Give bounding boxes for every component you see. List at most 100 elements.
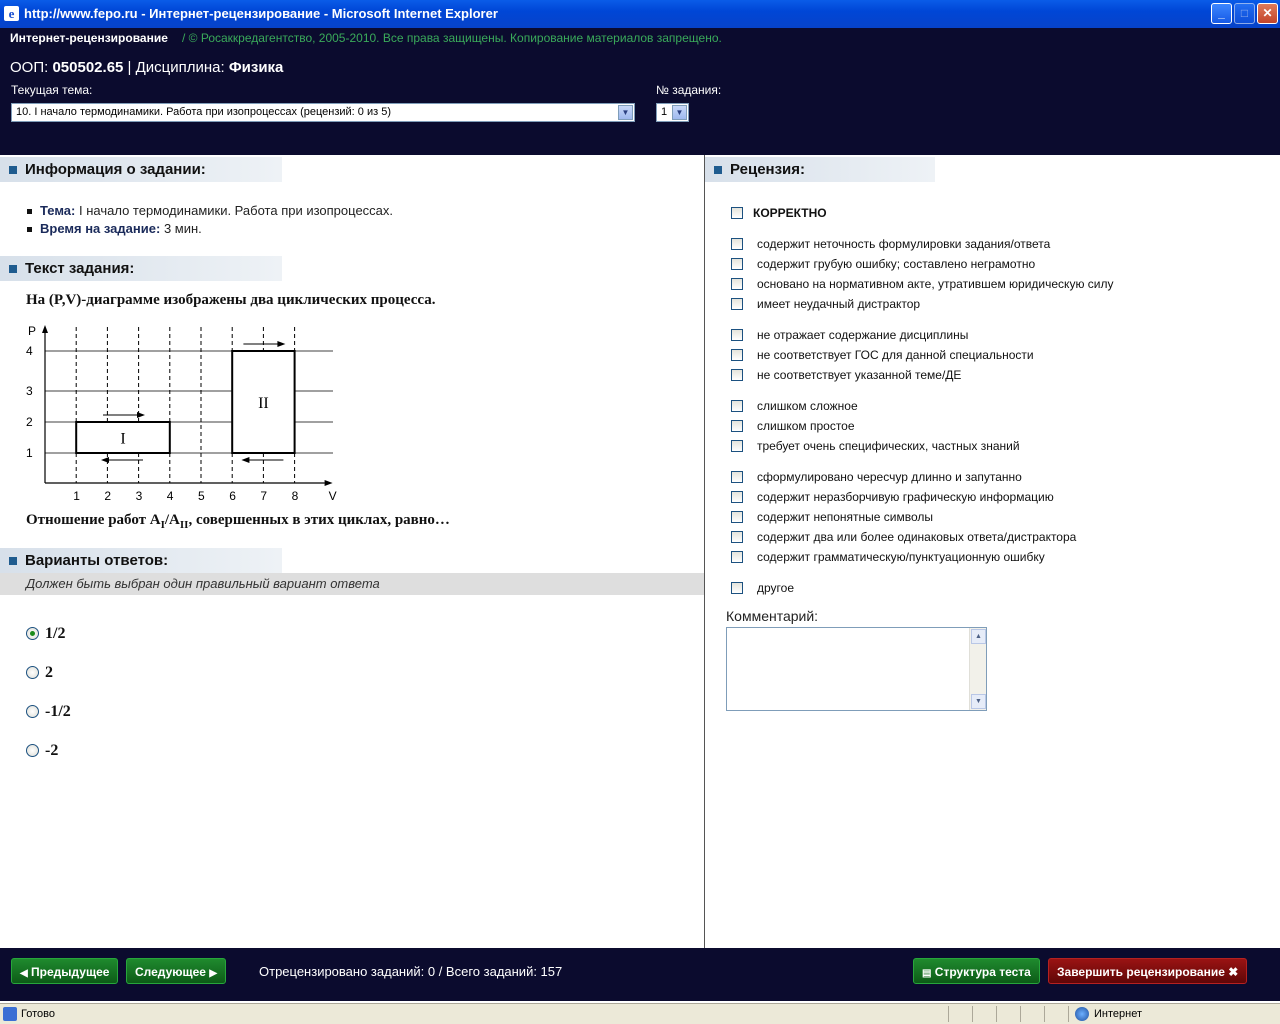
- p-tick-label: 1: [26, 446, 33, 460]
- comment-scrollbar[interactable]: ▲ ▼: [969, 628, 986, 710]
- section-bullet-icon: [9, 166, 17, 174]
- zone-text: Интернет: [1094, 1008, 1142, 1020]
- review-criterion-checkbox[interactable]: [731, 491, 743, 503]
- review-criterion-label[interactable]: содержит непонятные символы: [757, 510, 933, 524]
- v-axis-label: V: [329, 489, 337, 503]
- review-criterion-label[interactable]: не отражает содержание дисциплины: [757, 328, 968, 342]
- review-criterion-label[interactable]: содержит два или более одинаковых ответа…: [757, 530, 1076, 544]
- review-criterion-checkbox[interactable]: [731, 329, 743, 341]
- maximize-button[interactable]: □: [1234, 3, 1255, 24]
- direction-arrow-left-icon: [241, 457, 250, 463]
- review-criterion-checkbox[interactable]: [731, 471, 743, 483]
- review-heading: Рецензия:: [705, 157, 935, 182]
- answers-hint-text: Должен быть выбран один правильный вариа…: [26, 576, 380, 591]
- p-tick-label: 3: [26, 384, 33, 398]
- review-criterion-checkbox[interactable]: [731, 440, 743, 452]
- test-structure-label: Структура теста: [934, 965, 1031, 979]
- v-axis-arrow: [324, 480, 333, 486]
- chevron-down-icon[interactable]: ▼: [618, 105, 633, 120]
- review-criterion-checkbox[interactable]: [731, 551, 743, 563]
- review-criterion-label[interactable]: содержит неточность формулировки задания…: [757, 237, 1050, 251]
- review-criterion-label[interactable]: другое: [757, 581, 794, 595]
- radio-button[interactable]: [26, 744, 39, 757]
- review-criterion-label[interactable]: слишком сложное: [757, 399, 858, 413]
- task-topic-label: Тема:: [40, 203, 76, 218]
- bullet-icon: [27, 209, 32, 215]
- radio-button[interactable]: [26, 666, 39, 679]
- program-discipline-line: ООП: 050502.65 | Дисциплина: Физика: [10, 59, 283, 76]
- topic-select[interactable]: 10. I начало термодинамики. Работа при и…: [11, 103, 635, 122]
- topic-select-label: Текущая тема:: [11, 83, 93, 97]
- answer-option-label[interactable]: -2: [45, 742, 58, 760]
- previous-button-label: Предыдущее: [31, 965, 110, 979]
- review-criterion-checkbox[interactable]: [731, 258, 743, 270]
- question-line-1: На (P,V)-диаграмме изображены два циклич…: [26, 292, 436, 308]
- review-criterion-label[interactable]: основано на нормативном акте, утратившем…: [757, 277, 1113, 291]
- task-time-line: Время на задание: 3 мин.: [27, 221, 202, 236]
- task-text-heading: Текст задания:: [0, 256, 282, 281]
- review-criterion-checkbox[interactable]: [731, 238, 743, 250]
- review-criterion-checkbox[interactable]: [731, 278, 743, 290]
- status-divider: [1068, 1006, 1069, 1022]
- review-criterion-label[interactable]: содержит грубую ошибку; составлено негра…: [757, 257, 1035, 271]
- review-criterion-label[interactable]: содержит неразборчивую графическую инфор…: [757, 490, 1054, 504]
- review-criterion-checkbox[interactable]: [731, 511, 743, 523]
- review-criterion-checkbox[interactable]: [731, 420, 743, 432]
- review-criterion-label[interactable]: не соответствует указанной теме/ДЕ: [757, 368, 961, 382]
- correct-checkbox[interactable]: [731, 207, 743, 219]
- correct-checkbox-label[interactable]: КОРРЕКТНО: [753, 206, 827, 220]
- v-tick-label: 7: [260, 489, 267, 503]
- finish-review-button[interactable]: Завершить рецензирование ✖: [1048, 958, 1248, 984]
- copyright-notice: / © Росаккредагентство, 2005-2010. Все п…: [182, 31, 722, 45]
- comment-label: Комментарий:: [726, 608, 819, 624]
- review-criterion-checkbox[interactable]: [731, 400, 743, 412]
- topic-select-value: 10. I начало термодинамики. Работа при и…: [16, 106, 391, 118]
- comment-textarea[interactable]: ▲ ▼: [726, 627, 987, 711]
- review-criterion-checkbox[interactable]: [731, 349, 743, 361]
- finish-review-label: Завершить рецензирование: [1057, 965, 1225, 979]
- status-text: Готово: [21, 1008, 55, 1020]
- review-criterion-label[interactable]: содержит грамматическую/пунктуационную о…: [757, 550, 1045, 564]
- test-structure-button[interactable]: ▤ Структура теста: [913, 958, 1040, 984]
- review-criterion-checkbox[interactable]: [731, 582, 743, 594]
- review-criterion-checkbox[interactable]: [731, 298, 743, 310]
- minimize-button[interactable]: _: [1211, 3, 1232, 24]
- task-topic-value: I начало термодинамики. Работа при изопр…: [78, 203, 394, 218]
- review-criterion-label[interactable]: требует очень специфических, частных зна…: [757, 439, 1020, 453]
- chevron-down-icon[interactable]: ▼: [672, 105, 687, 120]
- p-tick-label: 2: [26, 415, 33, 429]
- window-title: http://www.fepo.ru - Интернет-рецензиров…: [24, 6, 498, 21]
- review-criterion-label[interactable]: слишком простое: [757, 419, 855, 433]
- review-criterion-label[interactable]: имеет неудачный дистрактор: [757, 297, 920, 311]
- v-tick-label: 1: [73, 489, 80, 503]
- arrow-right-icon: ▶: [209, 968, 218, 979]
- review-criterion-label[interactable]: сформулировано чересчур длинно и запутан…: [757, 470, 1022, 484]
- answer-option-label[interactable]: 2: [45, 664, 53, 682]
- review-panel: Рецензия: КОРРЕКТНО содержит неточность …: [705, 155, 1280, 948]
- scroll-up-icon[interactable]: ▲: [971, 629, 986, 644]
- p-tick-label: 4: [26, 344, 33, 358]
- answer-option-label[interactable]: -1/2: [45, 703, 71, 721]
- v-tick-label: 3: [136, 489, 143, 503]
- review-criterion-label[interactable]: не соответствует ГОС для данной специаль…: [757, 348, 1034, 362]
- task-info-heading: Информация о задании:: [0, 157, 282, 182]
- question-line-2: Отношение работ AI/AII, совершенных в эт…: [26, 512, 450, 531]
- review-criterion-checkbox[interactable]: [731, 369, 743, 381]
- cycle-ii-label: II: [258, 395, 269, 412]
- pv-diagram: PV12341 2 3 4 5 6 7 8III: [26, 324, 337, 503]
- radio-selected[interactable]: [26, 627, 39, 640]
- discipline-label: | Дисциплина:: [127, 59, 225, 76]
- previous-button[interactable]: ◀ Предыдущее: [11, 958, 119, 984]
- task-panel: Информация о задании: Тема: I начало тер…: [0, 155, 704, 948]
- task-number-select[interactable]: 1 ▼: [656, 103, 689, 122]
- close-window-button[interactable]: ✕: [1257, 3, 1278, 24]
- radio-button[interactable]: [26, 705, 39, 718]
- v-tick-label: 8: [292, 489, 299, 503]
- answer-option-label[interactable]: 1/2: [45, 625, 65, 643]
- review-criterion-checkbox[interactable]: [731, 531, 743, 543]
- task-number-value: 1: [661, 106, 668, 118]
- direction-arrow-right-icon: [277, 341, 286, 347]
- review-heading-text: Рецензия:: [730, 161, 806, 178]
- next-button[interactable]: Следующее ▶: [126, 958, 227, 984]
- scroll-down-icon[interactable]: ▼: [971, 694, 986, 709]
